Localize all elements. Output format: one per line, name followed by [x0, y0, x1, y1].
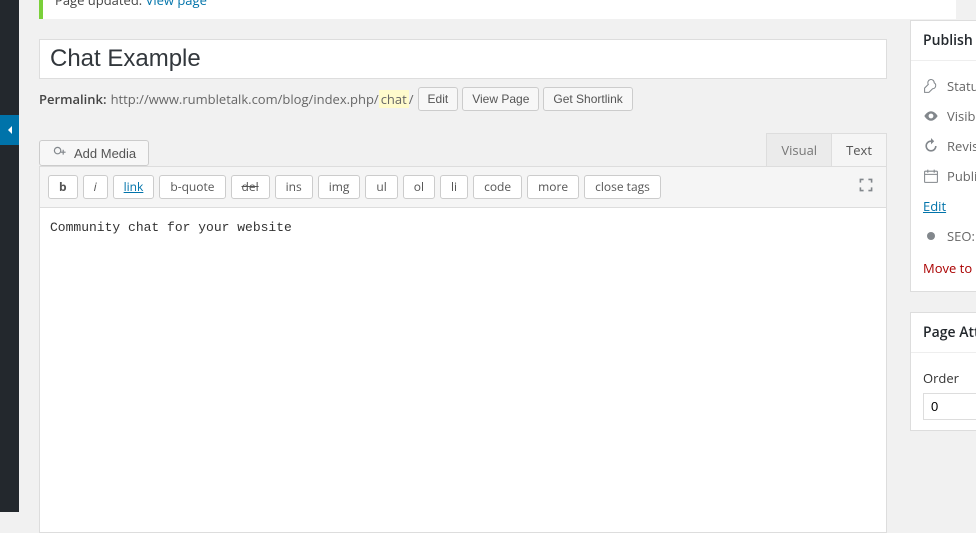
- media-icon: [52, 145, 68, 161]
- qt-img[interactable]: img: [318, 175, 361, 199]
- post-title-input[interactable]: [39, 39, 887, 79]
- editor-mode-tabs: Visual Text: [767, 133, 887, 166]
- fullscreen-icon: [858, 177, 874, 193]
- edit-published-link[interactable]: Edit: [923, 197, 946, 215]
- fullscreen-toggle[interactable]: [854, 173, 878, 201]
- revisions-icon: [923, 138, 939, 154]
- get-shortlink-button[interactable]: Get Shortlink: [543, 87, 632, 111]
- seo-row: SEO:: [923, 221, 976, 251]
- admin-collapsed-sidebar: [0, 0, 19, 512]
- quicktags-toolbar: b i link b-quote del ins img ul ol li co…: [40, 167, 886, 208]
- editor-container: b i link b-quote del ins img ul ol li co…: [39, 166, 887, 533]
- key-icon: [923, 78, 939, 94]
- qt-blockquote[interactable]: b-quote: [159, 175, 225, 199]
- content-textarea[interactable]: [40, 208, 886, 528]
- move-to-trash-link[interactable]: Move to: [923, 251, 976, 281]
- qt-li[interactable]: li: [440, 175, 468, 199]
- qt-close-tags[interactable]: close tags: [584, 175, 661, 199]
- qt-del[interactable]: del: [231, 175, 270, 199]
- tab-text[interactable]: Text: [831, 133, 887, 166]
- side-column: Publish Statu Visib Revis Publi: [910, 20, 976, 451]
- status-row: Statu: [923, 71, 976, 101]
- update-notice: Page updated. View page: [39, 0, 956, 19]
- tab-visual[interactable]: Visual: [766, 133, 832, 166]
- order-label: Order: [923, 369, 976, 387]
- calendar-icon: [923, 168, 939, 184]
- view-page-button[interactable]: View Page: [462, 87, 539, 111]
- revisions-row: Revis: [923, 131, 976, 161]
- chevron-left-icon: [5, 125, 15, 135]
- notice-text: Page updated.: [55, 0, 146, 9]
- page-attributes-box: Page Att Order: [910, 312, 976, 431]
- published-row: Publi: [923, 161, 976, 191]
- edit-permalink-button[interactable]: Edit: [418, 87, 459, 111]
- content-area: Page updated. View page Permalink: http:…: [19, 0, 976, 512]
- publish-box: Publish Statu Visib Revis Publi: [910, 20, 976, 292]
- add-media-button[interactable]: Add Media: [39, 140, 149, 166]
- editor-top-bar: Add Media Visual Text: [39, 133, 887, 166]
- publish-heading: Publish: [911, 21, 976, 61]
- permalink-label: Permalink:: [39, 90, 107, 108]
- qt-code[interactable]: code: [473, 175, 522, 199]
- attributes-heading: Page Att: [911, 313, 976, 353]
- qt-ul[interactable]: ul: [365, 175, 397, 199]
- qt-italic[interactable]: i: [83, 175, 108, 199]
- collapse-menu-button[interactable]: [0, 115, 19, 145]
- qt-ins[interactable]: ins: [275, 175, 313, 199]
- qt-more[interactable]: more: [527, 175, 579, 199]
- permalink-slug: chat: [379, 90, 409, 108]
- visibility-row: Visib: [923, 101, 976, 131]
- order-input[interactable]: [923, 393, 976, 420]
- qt-bold[interactable]: b: [48, 175, 78, 199]
- seo-dot-icon: [923, 228, 939, 244]
- view-page-link[interactable]: View page: [146, 0, 207, 9]
- permalink-row: Permalink: http://www.rumbletalk.com/blo…: [39, 87, 887, 111]
- eye-icon: [923, 108, 939, 124]
- attributes-body: Order: [911, 353, 976, 430]
- main-column: Permalink: http://www.rumbletalk.com/blo…: [39, 39, 887, 533]
- qt-ol[interactable]: ol: [403, 175, 435, 199]
- publish-body: Statu Visib Revis Publi Edit: [911, 61, 976, 291]
- edit-published-row: Edit: [923, 191, 976, 221]
- qt-link[interactable]: link: [113, 175, 155, 199]
- permalink-url: http://www.rumbletalk.com/blog/index.php…: [111, 90, 414, 108]
